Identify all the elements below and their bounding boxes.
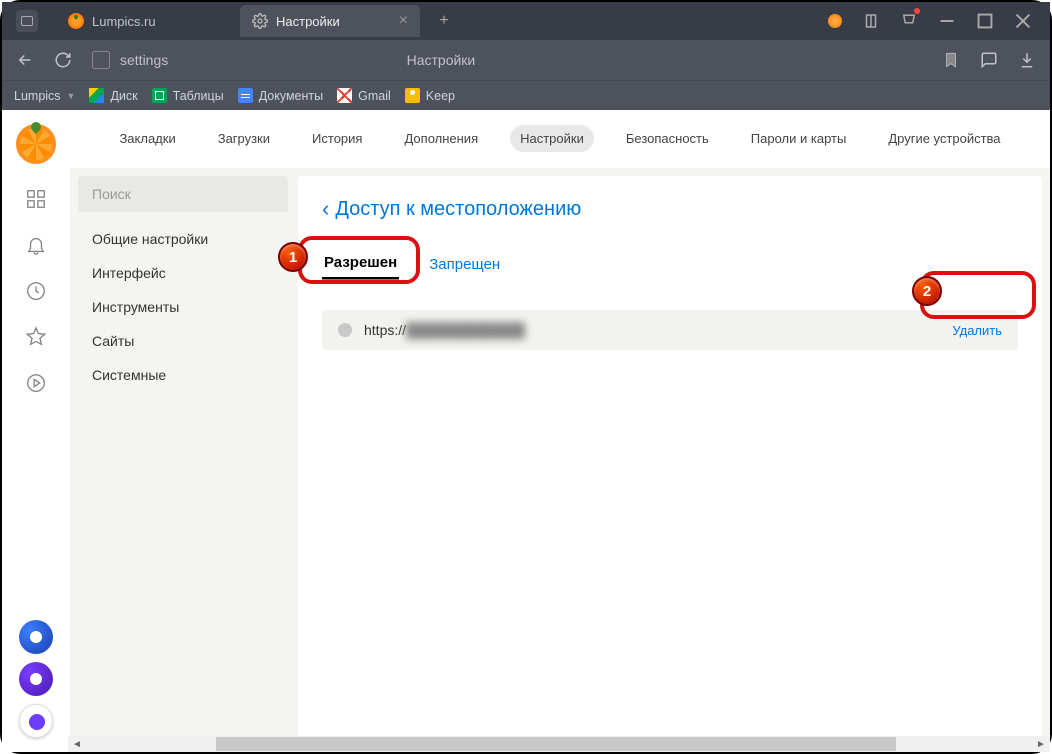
topnav-settings[interactable]: Настройки: [510, 125, 594, 152]
keep-icon: [405, 88, 420, 103]
settings-topnav: Закладки Загрузки История Дополнения Нас…: [70, 110, 1050, 168]
url-text: settings: [120, 52, 168, 68]
notifications-icon[interactable]: [900, 10, 918, 33]
tab-settings[interactable]: Настройки ×: [240, 5, 420, 37]
sheets-icon: [152, 88, 167, 103]
profile-icon[interactable]: [828, 14, 842, 28]
star-icon[interactable]: [25, 326, 47, 348]
settings-leftnav: Поиск Общие настройки Интерфейс Инструме…: [78, 176, 288, 752]
close-window-button[interactable]: [1014, 12, 1032, 30]
scroll-left-arrow[interactable]: ◄: [68, 739, 86, 750]
chevron-left-icon: ‹: [322, 196, 329, 222]
bookmark-docs[interactable]: Документы: [238, 88, 323, 103]
bookmark-keep[interactable]: Keep: [405, 88, 455, 103]
topnav-addons[interactable]: Дополнения: [394, 125, 488, 152]
topnav-history[interactable]: История: [302, 125, 372, 152]
bell-icon[interactable]: [25, 234, 47, 256]
app-yandex[interactable]: [19, 704, 53, 738]
leftnav-sites[interactable]: Сайты: [78, 324, 288, 358]
site-url: https://████████████: [364, 322, 525, 338]
topnav-downloads[interactable]: Загрузки: [208, 125, 280, 152]
site-row[interactable]: https://████████████ Удалить: [322, 310, 1018, 350]
tab-allowed[interactable]: Разрешен: [322, 248, 399, 280]
panels-icon[interactable]: [25, 188, 47, 210]
lumpics-logo[interactable]: [16, 124, 56, 164]
play-icon[interactable]: [25, 372, 47, 394]
tab-lumpics[interactable]: Lumpics.ru: [56, 5, 236, 37]
leftnav-tools[interactable]: Инструменты: [78, 290, 288, 324]
site-favicon: [338, 323, 352, 337]
horizontal-scrollbar[interactable]: ◄ ►: [68, 736, 1050, 752]
back-button[interactable]: [16, 51, 34, 69]
tab-denied[interactable]: Запрещен: [427, 250, 502, 279]
tab-label: Lumpics.ru: [92, 14, 156, 29]
page-descriptor: Настройки: [407, 52, 476, 68]
history-icon[interactable]: [25, 280, 47, 302]
downloads-icon[interactable]: [1018, 51, 1036, 69]
minimize-button[interactable]: [938, 12, 956, 30]
topnav-devices[interactable]: Другие устройства: [878, 125, 1010, 152]
leftnav-system[interactable]: Системные: [78, 358, 288, 392]
tab-overview-button[interactable]: [16, 10, 38, 32]
scroll-thumb[interactable]: [216, 737, 896, 751]
annotation-badge-2: 2: [912, 276, 942, 306]
leftnav-interface[interactable]: Интерфейс: [78, 256, 288, 290]
gmail-icon: [337, 88, 352, 103]
new-tab-button[interactable]: +: [432, 9, 456, 33]
docs-icon: [238, 88, 253, 103]
bookmark-icon[interactable]: [942, 51, 960, 69]
gear-icon: [252, 13, 268, 29]
orange-icon: [68, 13, 84, 29]
vertical-sidebar: [2, 110, 70, 752]
bookmark-drive[interactable]: Диск: [89, 88, 137, 103]
maximize-button[interactable]: [976, 12, 994, 30]
close-icon[interactable]: ×: [399, 12, 408, 30]
app-alice[interactable]: [19, 662, 53, 696]
feedback-icon[interactable]: [980, 51, 998, 69]
address-bar[interactable]: settings Настройки: [92, 51, 960, 69]
page-title-link[interactable]: ‹ Доступ к местоположению: [322, 196, 1018, 222]
delete-site-button[interactable]: Удалить: [952, 323, 1002, 338]
bookmark-gmail[interactable]: Gmail: [337, 88, 391, 103]
scroll-right-arrow[interactable]: ►: [1032, 739, 1050, 750]
settings-search[interactable]: Поиск: [78, 176, 288, 212]
topnav-security[interactable]: Безопасность: [616, 125, 719, 152]
reader-icon[interactable]: [862, 12, 880, 30]
bookmark-sheets[interactable]: Таблицы: [152, 88, 224, 103]
app-messenger[interactable]: [19, 620, 53, 654]
topnav-bookmarks[interactable]: Закладки: [109, 125, 185, 152]
settings-content: ‹ Доступ к местоположению Разрешен Запре…: [298, 176, 1042, 752]
reload-button[interactable]: [54, 51, 72, 69]
titlebar: Lumpics.ru Настройки × +: [2, 2, 1050, 40]
topnav-passwords[interactable]: Пароли и карты: [741, 125, 857, 152]
tab-label: Настройки: [276, 14, 340, 29]
toolbar: settings Настройки: [2, 40, 1050, 80]
annotation-badge-1: 1: [278, 242, 308, 272]
bookmarks-bar: Lumpics▼ Диск Таблицы Документы Gmail Ke…: [2, 80, 1050, 110]
chevron-down-icon: ▼: [67, 91, 76, 101]
leftnav-general[interactable]: Общие настройки: [78, 222, 288, 256]
site-info-icon[interactable]: [92, 51, 110, 69]
bookmark-folder[interactable]: Lumpics▼: [14, 89, 75, 103]
drive-icon: [89, 88, 104, 103]
